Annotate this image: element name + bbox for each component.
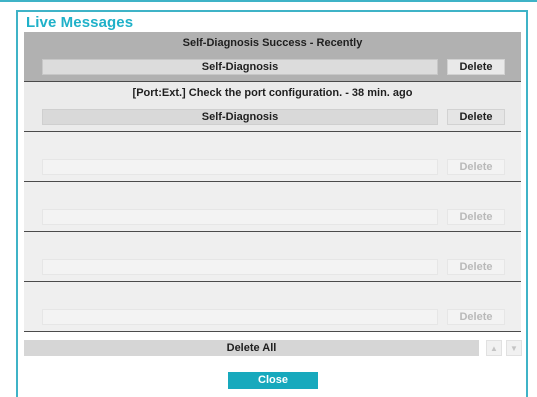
delete-button[interactable]: Delete xyxy=(447,109,505,125)
top-accent-line xyxy=(0,0,537,2)
delete-button: Delete xyxy=(447,259,505,275)
scroll-down-button[interactable]: ▼ xyxy=(506,340,522,356)
message-type-button xyxy=(42,209,438,225)
dialog-border-top xyxy=(16,10,528,12)
close-button[interactable]: Close xyxy=(228,372,318,389)
message-row: Delete xyxy=(24,182,521,232)
delete-button[interactable]: Delete xyxy=(447,59,505,75)
message-row: Delete xyxy=(24,132,521,182)
message-row[interactable]: Self-Diagnosis Success - Recently Self-D… xyxy=(24,32,521,82)
triangle-up-icon: ▲ xyxy=(490,343,498,353)
message-text: Self-Diagnosis Success - Recently xyxy=(182,37,363,49)
message-type-button[interactable]: Self-Diagnosis xyxy=(42,109,438,125)
message-list: Self-Diagnosis Success - Recently Self-D… xyxy=(24,32,521,332)
message-row: Delete xyxy=(24,232,521,282)
delete-all-label: Delete All xyxy=(226,342,277,354)
message-type-button xyxy=(42,259,438,275)
scroll-up-button[interactable]: ▲ xyxy=(486,340,502,356)
message-row: Delete xyxy=(24,282,521,332)
message-type-button xyxy=(42,309,438,325)
delete-button: Delete xyxy=(447,309,505,325)
delete-button: Delete xyxy=(447,159,505,175)
message-row[interactable]: [Port:Ext.] Check the port configuration… xyxy=(24,82,521,132)
dialog-border-left xyxy=(16,10,18,397)
delete-all-button[interactable]: Delete All xyxy=(24,340,479,356)
scroll-controls: ▲ ▼ xyxy=(486,340,522,356)
dialog-title: Live Messages xyxy=(26,14,134,31)
message-type-button xyxy=(42,159,438,175)
message-text: [Port:Ext.] Check the port configuration… xyxy=(132,87,413,99)
message-type-button[interactable]: Self-Diagnosis xyxy=(42,59,438,75)
delete-button: Delete xyxy=(447,209,505,225)
dialog-border-right xyxy=(526,10,528,397)
triangle-down-icon: ▼ xyxy=(510,343,518,353)
